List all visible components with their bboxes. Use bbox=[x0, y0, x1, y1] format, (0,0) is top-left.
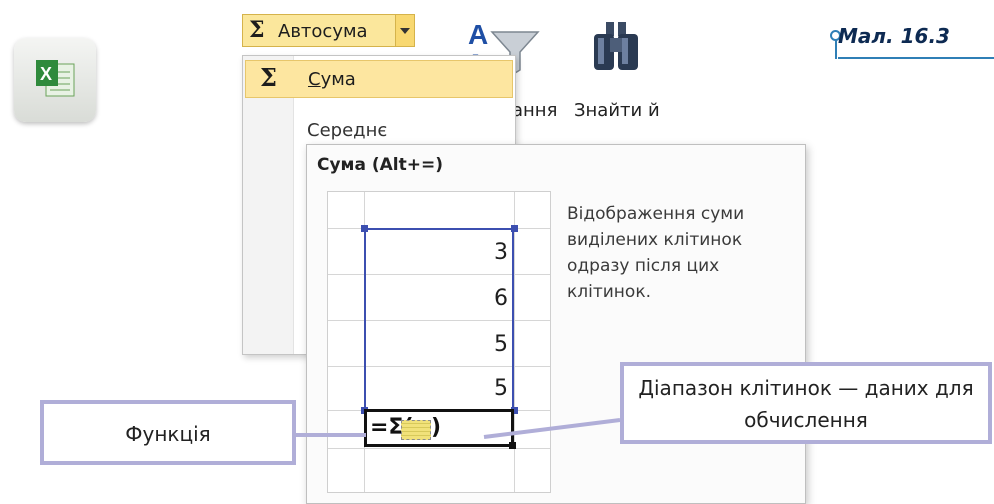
range-leader-line bbox=[483, 418, 621, 439]
caption-stem bbox=[835, 40, 837, 59]
callout-range-text: Діапазон клітинок — даних для обчислення bbox=[638, 376, 974, 432]
callout-range: Діапазон клітинок — даних для обчислення bbox=[620, 362, 992, 444]
caption-underline bbox=[838, 57, 994, 59]
figure-caption: Мал. 16.3 bbox=[838, 24, 950, 48]
callout-function: Функція bbox=[40, 400, 296, 465]
callout-function-text: Функція bbox=[125, 422, 211, 446]
